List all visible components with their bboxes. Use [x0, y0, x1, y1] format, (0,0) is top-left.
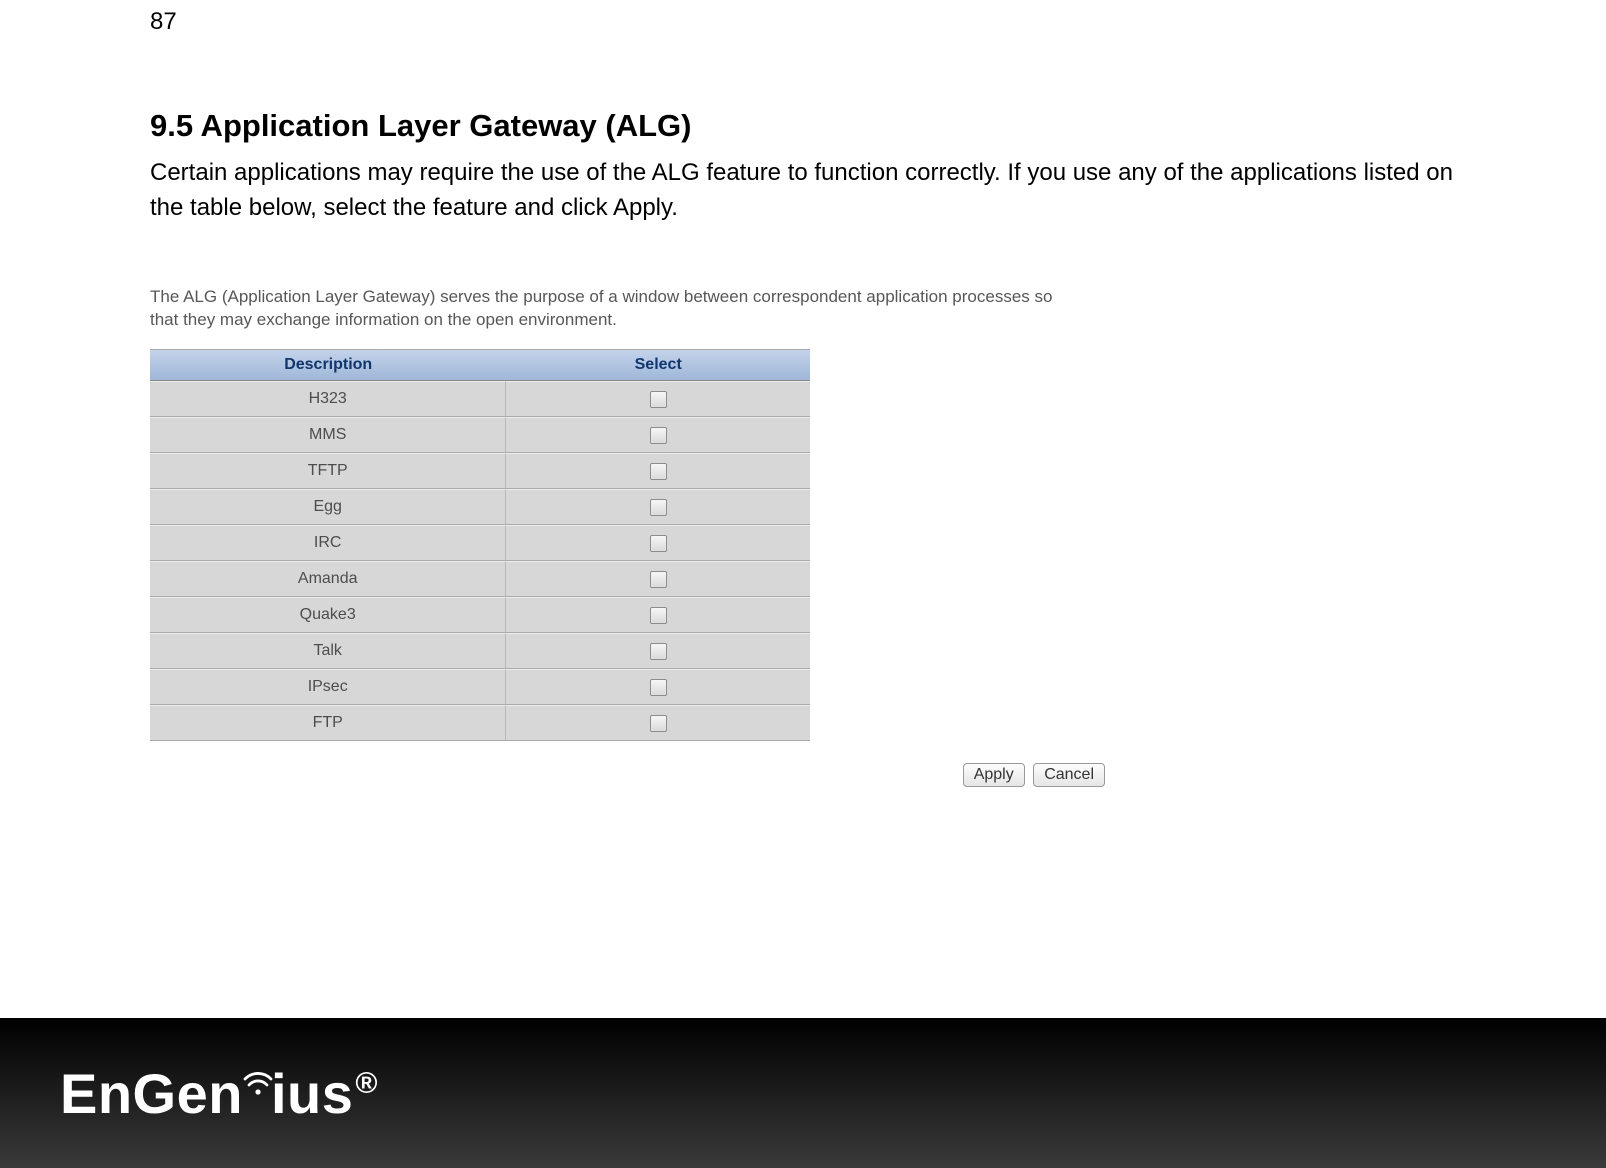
- table-row: IRC: [150, 525, 810, 561]
- row-description: MMS: [150, 417, 506, 453]
- table-row: Quake3: [150, 597, 810, 633]
- checkbox-quake3[interactable]: [650, 607, 667, 624]
- cancel-button[interactable]: Cancel: [1033, 763, 1105, 787]
- checkbox-ipsec[interactable]: [650, 679, 667, 696]
- wifi-icon: [241, 1065, 275, 1095]
- table-row: FTP: [150, 705, 810, 741]
- brand-logo: EnGen ius®: [60, 1061, 378, 1126]
- brand-text: EnGen ius®: [60, 1061, 378, 1126]
- section-heading: 9.5 Application Layer Gateway (ALG): [150, 108, 1456, 144]
- row-description: IPsec: [150, 669, 506, 705]
- checkbox-amanda[interactable]: [650, 571, 667, 588]
- table-row: TFTP: [150, 453, 810, 489]
- checkbox-tftp[interactable]: [650, 463, 667, 480]
- table-row: Talk: [150, 633, 810, 669]
- table-row: IPsec: [150, 669, 810, 705]
- row-description: H323: [150, 381, 506, 417]
- alg-table: Description Select H323 MMS TFTP Egg: [150, 349, 810, 741]
- row-description: Talk: [150, 633, 506, 669]
- table-row: MMS: [150, 417, 810, 453]
- apply-button[interactable]: Apply: [963, 763, 1025, 787]
- footer: EnGen ius®: [0, 1018, 1606, 1168]
- col-header-description: Description: [150, 349, 506, 381]
- registered-symbol: ®: [355, 1067, 378, 1100]
- checkbox-h323[interactable]: [650, 391, 667, 408]
- row-description: Egg: [150, 489, 506, 525]
- checkbox-mms[interactable]: [650, 427, 667, 444]
- alg-note: The ALG (Application Layer Gateway) serv…: [150, 286, 1080, 332]
- row-description: FTP: [150, 705, 506, 741]
- row-description: IRC: [150, 525, 506, 561]
- checkbox-talk[interactable]: [650, 643, 667, 660]
- row-description: Amanda: [150, 561, 506, 597]
- table-row: Egg: [150, 489, 810, 525]
- button-row: Apply Cancel: [150, 763, 1105, 787]
- checkbox-irc[interactable]: [650, 535, 667, 552]
- col-header-select: Select: [506, 349, 810, 381]
- checkbox-ftp[interactable]: [650, 715, 667, 732]
- table-row: Amanda: [150, 561, 810, 597]
- page-number: 87: [150, 8, 1456, 36]
- table-row: H323: [150, 381, 810, 417]
- row-description: TFTP: [150, 453, 506, 489]
- section-description: Certain applications may require the use…: [150, 156, 1456, 226]
- row-description: Quake3: [150, 597, 506, 633]
- checkbox-egg[interactable]: [650, 499, 667, 516]
